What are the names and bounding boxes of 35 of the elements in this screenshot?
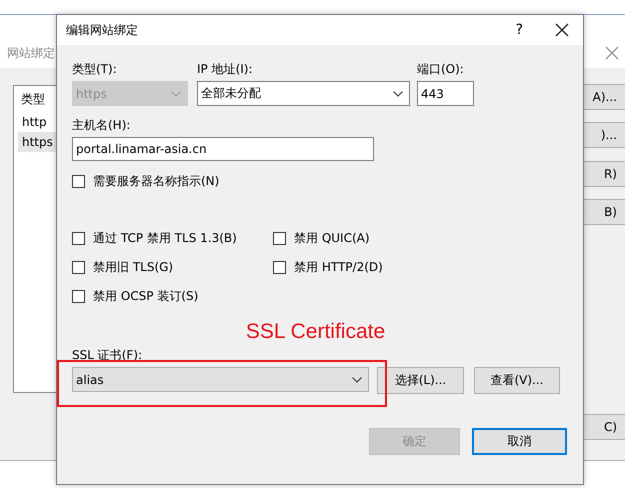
checkbox[interactable] bbox=[273, 232, 286, 244]
checkbox-label: 禁用 QUIC(A) bbox=[294, 230, 370, 246]
checkbox-label: 禁用旧 TLS(G) bbox=[93, 258, 174, 276]
hostname-field[interactable]: portal.linamar-asia.cn bbox=[72, 137, 374, 161]
button[interactable]: 选择(L)... bbox=[377, 367, 464, 394]
caret-icon bbox=[352, 376, 362, 382]
field-label: 端口(O): bbox=[417, 62, 464, 77]
help-button[interactable]: ? bbox=[516, 22, 523, 38]
dialog-title: 编辑网站绑定 bbox=[66, 22, 139, 38]
certificate-dropdown[interactable]: alias bbox=[72, 367, 369, 392]
close-icon[interactable] bbox=[555, 23, 569, 37]
list-row[interactable]: http bbox=[18, 112, 51, 132]
button[interactable]: 查看(V)... bbox=[474, 367, 560, 394]
checkbox[interactable] bbox=[72, 174, 85, 188]
checkbox[interactable] bbox=[72, 232, 85, 244]
checkbox[interactable] bbox=[72, 260, 85, 274]
column-header[interactable]: 类型 bbox=[18, 89, 48, 110]
field-label: 主机名(H): bbox=[72, 118, 130, 133]
list-row[interactable]: https bbox=[18, 132, 57, 152]
button[interactable]: 取消 bbox=[472, 428, 567, 455]
window-title: 网站绑定 bbox=[7, 44, 55, 62]
checkbox-label: 通过 TCP 禁用 TLS 1.3(B) bbox=[93, 230, 237, 246]
caret-icon bbox=[393, 90, 403, 96]
field-label: SSL 证书(F): bbox=[72, 348, 142, 363]
checkbox[interactable] bbox=[72, 290, 85, 302]
checkbox-label: 禁用 OCSP 装订(S) bbox=[93, 288, 198, 304]
caret-icon bbox=[171, 90, 181, 96]
field-label: 类型(T): bbox=[72, 62, 117, 77]
checkbox-label: 禁用 HTTP/2(D) bbox=[294, 258, 383, 276]
checkbox[interactable] bbox=[273, 260, 286, 274]
ip-dropdown[interactable]: 全部未分配 bbox=[197, 81, 410, 106]
port-field[interactable]: 443 bbox=[417, 81, 474, 106]
annotation-text: SSL Certificate bbox=[246, 320, 386, 344]
checkbox-label: 需要服务器名称指示(N) bbox=[93, 172, 220, 190]
field-label: IP 地址(I): bbox=[197, 62, 253, 77]
